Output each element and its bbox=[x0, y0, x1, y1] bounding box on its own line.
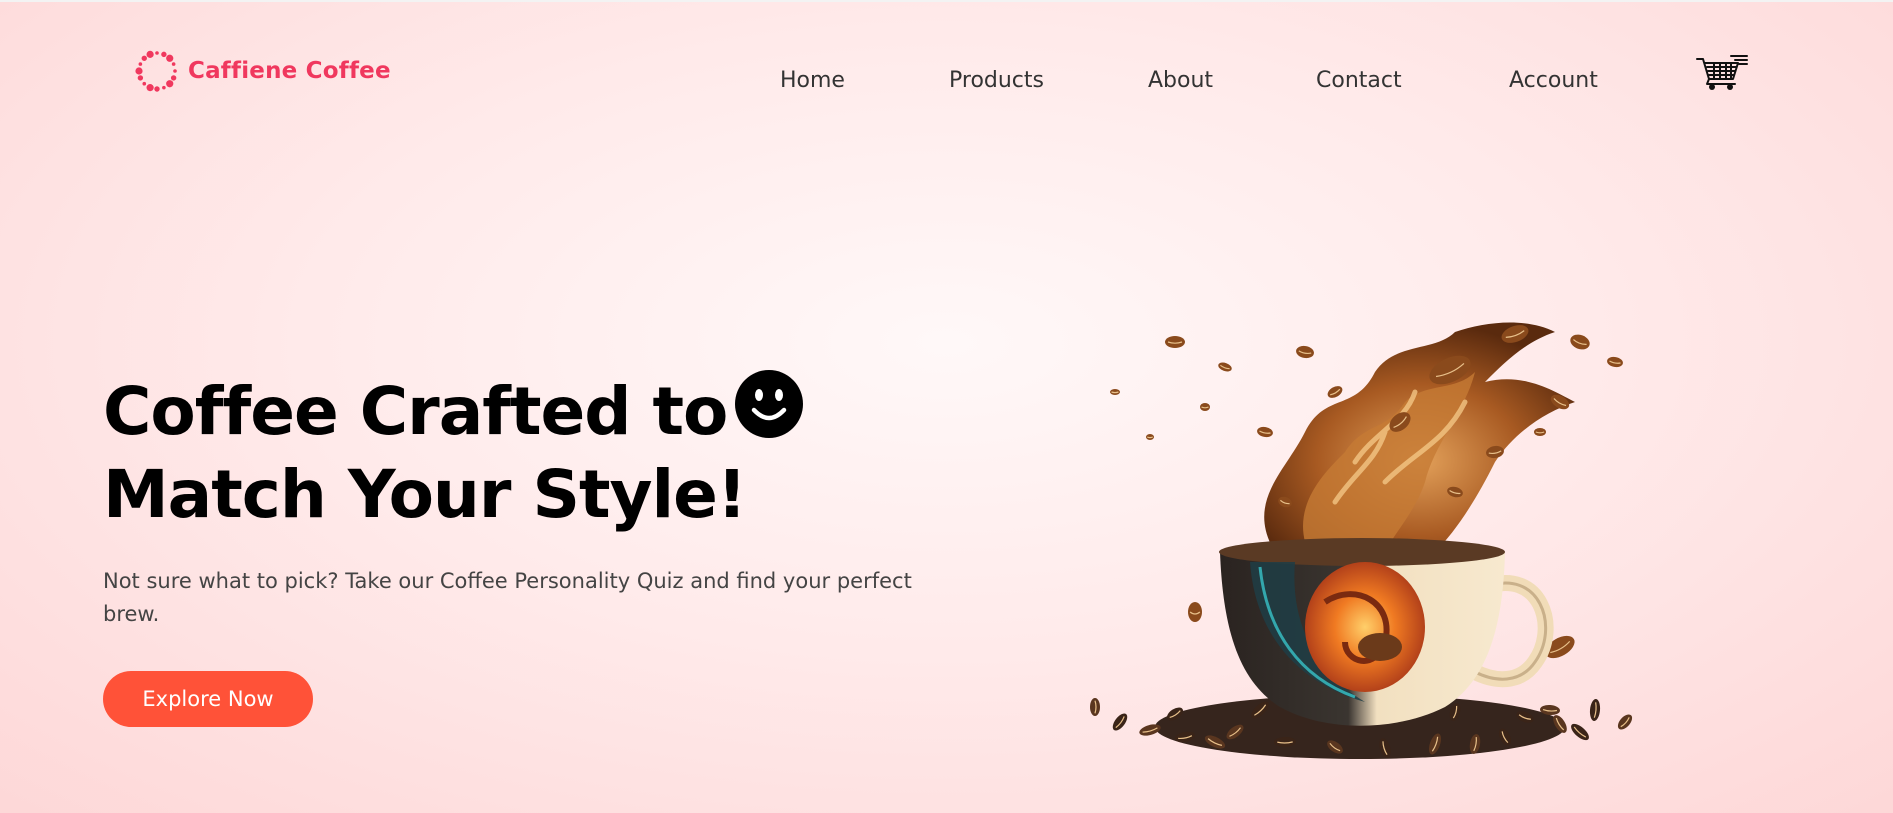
explore-now-button[interactable]: Explore Now bbox=[103, 671, 313, 727]
smiley-face-icon bbox=[735, 370, 804, 438]
hero-headline: Coffee Crafted to Match Your Style! bbox=[103, 370, 804, 536]
nav-account[interactable]: Account bbox=[1509, 68, 1598, 93]
nav-contact[interactable]: Contact bbox=[1316, 68, 1402, 93]
nav-about[interactable]: About bbox=[1148, 68, 1213, 93]
nav-home[interactable]: Home bbox=[780, 68, 845, 93]
nav-products[interactable]: Products bbox=[949, 68, 1044, 93]
brand-logo-icon bbox=[135, 50, 177, 92]
hero-description: Not sure what to pick? Take our Coffee P… bbox=[103, 569, 912, 626]
hero-page: Caffiene Coffee Home Products About Cont… bbox=[0, 2, 1893, 813]
headline-line-2: Match Your Style! bbox=[103, 456, 747, 533]
coffee-cup-illustration bbox=[1090, 322, 1633, 759]
brand-name: Caffiene Coffee bbox=[188, 58, 391, 84]
brand[interactable]: Caffiene Coffee bbox=[134, 48, 391, 94]
shopping-cart-icon[interactable] bbox=[1695, 53, 1749, 91]
headline-line-1: Coffee Crafted to bbox=[103, 373, 728, 450]
